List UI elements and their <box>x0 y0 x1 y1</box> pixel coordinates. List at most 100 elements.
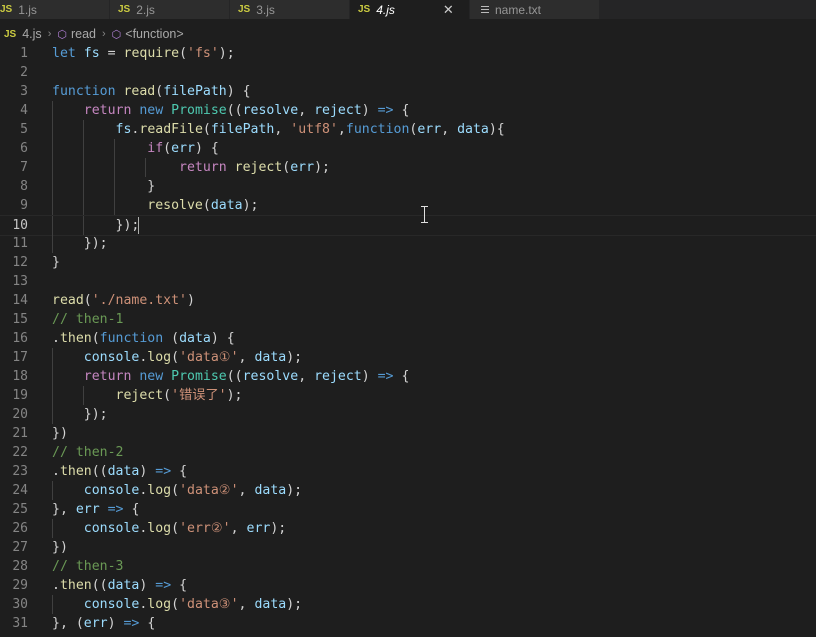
line-number: 24 <box>12 483 28 498</box>
breadcrumb-symbol-read[interactable]: read <box>71 27 96 41</box>
code-token: reject <box>314 103 362 118</box>
code-line[interactable]: 30 console.log('data③', data); <box>0 595 816 614</box>
code-line[interactable]: 25}, err => { <box>0 500 816 519</box>
code-line[interactable]: 28 // then-3 <box>0 557 816 576</box>
code-token: }); <box>52 218 140 233</box>
code-text: }); <box>52 234 108 253</box>
code-token: ) <box>139 578 156 593</box>
code-token: resolve <box>147 198 203 213</box>
code-token: }, ( <box>52 616 84 631</box>
code-line[interactable]: 21}) <box>0 424 816 443</box>
code-line[interactable]: 6 if(err) { <box>0 139 816 158</box>
code-token: }); <box>52 236 108 251</box>
code-line[interactable]: 2 <box>0 63 816 82</box>
code-token: = <box>99 46 124 61</box>
line-number: 30 <box>12 597 28 612</box>
code-token: then <box>59 464 92 479</box>
code-token: (( <box>91 578 108 593</box>
code-token: reject <box>234 160 283 175</box>
code-token: 'err②' <box>179 521 231 536</box>
code-line[interactable]: 19 reject('错误了'); <box>0 386 816 405</box>
code-token: Promise <box>171 103 227 118</box>
line-number: 13 <box>12 274 28 289</box>
code-line[interactable]: 13 <box>0 272 816 291</box>
js-file-icon: JS <box>238 4 251 15</box>
code-token: ( <box>202 198 211 213</box>
line-number: 7 <box>20 160 28 175</box>
code-line[interactable]: 5 fs.readFile(filePath, 'utf8',function(… <box>0 120 816 139</box>
line-number: 1 <box>20 46 28 61</box>
code-line[interactable]: 7 return reject(err); <box>0 158 816 177</box>
breadcrumb: JS 4.js › ⬡ read › ⬡ <function> <box>0 25 816 43</box>
code-line[interactable]: 23 .then((data) => { <box>0 462 816 481</box>
chevron-right-icon: › <box>102 28 106 40</box>
code-token: ( <box>163 388 172 403</box>
code-line[interactable]: 4 return new Promise((resolve, reject) =… <box>0 101 816 120</box>
code-line[interactable]: 17 console.log('data①', data); <box>0 348 816 367</box>
code-text: let fs = require('fs'); <box>52 44 235 63</box>
code-line[interactable]: 15 // then-1 <box>0 310 816 329</box>
code-line[interactable]: 18 return new Promise((resolve, reject) … <box>0 367 816 386</box>
breadcrumb-file[interactable]: 4.js <box>22 27 41 41</box>
line-number: 6 <box>20 141 28 156</box>
code-token: err <box>246 521 271 536</box>
code-line[interactable]: 22 // then-2 <box>0 443 816 462</box>
close-icon[interactable]: ✕ <box>443 2 454 18</box>
code-line[interactable]: 3 function read(filePath) { <box>0 82 816 101</box>
code-line[interactable]: 9 resolve(data); <box>0 196 816 215</box>
code-line[interactable]: 31}, (err) => { <box>0 614 816 633</box>
code-line[interactable]: 14 read('./name.txt') <box>0 291 816 310</box>
line-number: 14 <box>12 293 28 308</box>
code-text: }) <box>52 424 68 443</box>
code-token: readFile <box>139 122 203 137</box>
chevron-right-icon: › <box>47 28 52 40</box>
code-token: , <box>274 122 291 137</box>
code-line[interactable]: 12} <box>0 253 816 272</box>
code-text: reject('错误了'); <box>52 386 243 405</box>
code-token: . <box>52 464 60 479</box>
line-number: 19 <box>12 388 28 403</box>
code-editor[interactable]: 1 let fs = require('fs'); 2 3 function read(… <box>0 44 816 637</box>
code-line[interactable]: 8 } <box>0 177 816 196</box>
code-line[interactable]: 27}) <box>0 538 816 557</box>
mouse-text-cursor-icon <box>420 206 429 223</box>
code-token: ) <box>187 293 195 308</box>
code-token: { <box>123 502 140 517</box>
code-token: ) <box>107 616 124 631</box>
code-text: console.log('data①', data); <box>52 348 302 367</box>
code-text: }, (err) => { <box>52 614 155 633</box>
code-line[interactable]: 1 let fs = require('fs'); <box>0 44 816 63</box>
breadcrumb-symbol-function[interactable]: <function> <box>125 27 183 41</box>
tab-3-js[interactable]: JS 3.js <box>230 0 350 19</box>
code-line[interactable]: 29 .then((data) => { <box>0 576 816 595</box>
code-line[interactable]: 26 console.log('err②', err); <box>0 519 816 538</box>
code-line[interactable]: 16 .then(function (data) { <box>0 329 816 348</box>
code-token: fs <box>115 122 132 137</box>
tab-label: name.txt <box>495 2 542 17</box>
code-line[interactable]: 10 }); <box>0 215 816 236</box>
tab-2-js[interactable]: JS 2.js <box>110 0 230 19</box>
code-token: ( <box>91 331 100 346</box>
code-text: .then(function (data) { <box>52 329 235 348</box>
tab-1-js[interactable]: JS 1.js <box>0 0 110 19</box>
tab-name-txt[interactable]: name.txt <box>470 0 600 19</box>
code-line[interactable]: 20 }); <box>0 405 816 424</box>
code-text: resolve(data); <box>52 196 258 215</box>
code-token: => <box>123 616 140 631</box>
code-line[interactable]: 11 }); <box>0 234 816 253</box>
code-token: ); <box>270 521 287 536</box>
code-token: console <box>83 483 140 498</box>
code-token: data <box>254 483 287 498</box>
code-token: ( <box>155 84 164 99</box>
tab-4-js[interactable]: JS 4.js ✕ <box>350 0 470 19</box>
code-token: data <box>179 331 211 346</box>
code-text: return reject(err); <box>52 158 330 177</box>
code-line[interactable]: 24 console.log('data②', data); <box>0 481 816 500</box>
code-token: ( <box>163 331 180 346</box>
code-token: { <box>393 369 410 384</box>
